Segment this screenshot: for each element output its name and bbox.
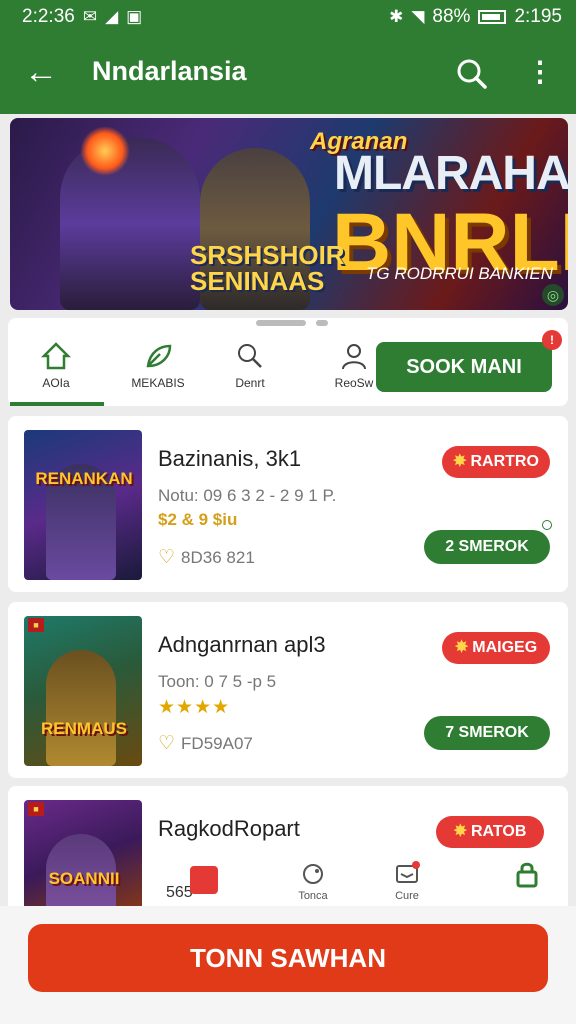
category-bar: AOIa MEKABIS Denrt ReoSw SOOK MANI ! [8,318,568,406]
action-button[interactable]: 2 SMEROK [424,530,550,564]
inbox-icon [396,861,420,883]
banner-tagline-line2: SENINAAS [190,266,325,296]
banner-tagline-line1: SRSHSHOIR [190,240,345,270]
game-thumbnail: RENMAUS [24,616,142,766]
screenshot-icon: ▣ [126,7,143,26]
game-thumbnail: RENANKAN [24,430,142,580]
more-options-icon[interactable]: ⋮ [524,54,556,94]
game-meta: Toon: 0 7 5 -p 5 [158,672,277,691]
game-name: RagkodRopart [158,816,300,841]
thumbnail-title: RENMAUS [41,719,127,738]
category-tab-home[interactable]: AOIa [16,340,96,400]
banner-headline: MLARAHAN [334,147,568,200]
rate-button[interactable]: ✸ MAIGEG [442,632,550,664]
app-bar: 2:2:36 ✉ ◢ ▣ ✱ ◥ 88% 2:195 ← Nndarlansia… [0,0,576,114]
game-name: Adnganrnan apl3 [158,632,326,657]
star-icon: ✸ [453,453,467,470]
banner-subtitle: TG RODRRUI BANKIEN [366,264,554,283]
corner-tag-icon: ■ [28,618,44,632]
category-label: MEKABIS [131,376,185,390]
category-label: Denrt [235,376,265,390]
nav-item-cure[interactable]: Cure [372,856,442,912]
game-price: $2 & 9 $iu [158,510,238,529]
primary-cta-button[interactable]: TONN SAWHAN [28,924,548,992]
heart-icon: ♡ [158,547,176,568]
status-time-right: 2:195 [514,6,562,27]
character-art [46,650,116,766]
banner-info-icon[interactable]: ◎ [542,284,564,306]
action-button[interactable]: 7 SMEROK [424,716,550,750]
star-rating: ★★★★ [158,697,231,718]
nav-label: Tonca [298,890,328,902]
search-icon[interactable] [452,54,492,94]
info-dot-icon [542,520,552,530]
category-tab-search[interactable]: Denrt [210,340,290,400]
user-icon [342,344,366,370]
like-count[interactable]: ♡ 8D36 821 [158,546,255,569]
nav-item-lock[interactable] [492,856,562,912]
soon-button[interactable]: SOOK MANI [376,342,552,392]
game-name: Bazinanis, 3k1 [158,446,302,471]
fire-effect [80,126,130,176]
lock-icon [516,862,538,888]
home-icon [40,342,72,370]
game-card[interactable]: RENANKAN Bazinanis, 3k1 Notu: 09 6 3 2 -… [8,416,568,592]
star-icon: ✸ [453,823,467,840]
category-label: AOIa [42,376,70,390]
gamepad-icon [303,864,323,884]
heart-icon: ♡ [158,733,176,754]
status-time: 2:2:36 [22,6,75,27]
bottom-navigation: 565 Tonca Cure [8,856,568,912]
corner-tag-icon: ■ [28,802,44,816]
magnifier-icon [238,344,262,368]
notification-badge: ! [542,330,562,350]
active-tab-indicator [10,402,104,406]
toolbar: ← Nndarlansia ⋮ [0,44,576,104]
cta-container: TONN SAWHAN [0,906,576,1024]
battery-icon [478,10,507,24]
mail-icon: ✉ [82,7,98,26]
thumbnail-title: RENANKAN [35,469,133,488]
status-bar: 2:2:36 ✉ ◢ ▣ ✱ ◥ 88% 2:195 [0,0,576,36]
hero-illustration [60,138,200,310]
promo-banner[interactable]: Agranan MLARAHAN BNRLI SRSHSHOIR SENINAA… [10,118,568,310]
like-count[interactable]: ♡ FD59A07 [158,732,253,755]
game-meta: Notu: 09 6 3 2 - 2 9 1 P. [158,486,337,505]
signal-icon: ◢ [105,7,119,26]
star-icon: ✸ [454,639,469,656]
leaf-icon [146,344,172,368]
drag-handle-dot [316,320,328,326]
nav-label: Cure [395,890,419,902]
nav-item-tonca[interactable]: Tonca [278,856,348,912]
category-tab-markets[interactable]: MEKABIS [118,340,198,400]
wifi-icon: ◥ [411,7,425,26]
bluetooth-icon: ✱ [389,7,404,26]
battery-percent: 88% [432,6,471,27]
item-count: 565 [166,884,193,901]
rate-button[interactable]: ✸ RATOB [436,816,544,848]
banner-tagline: SRSHSHOIR SENINAAS [190,242,345,294]
rate-button[interactable]: ✸ RARTRO [442,446,550,478]
back-arrow-icon[interactable]: ← [24,52,58,92]
page-title: Nndarlansia [92,56,247,86]
drag-handle[interactable] [256,320,306,326]
bookmark-icon[interactable] [190,866,218,894]
game-card[interactable]: ■ RENMAUS Adnganrnan apl3 Toon: 0 7 5 -p… [8,602,568,778]
